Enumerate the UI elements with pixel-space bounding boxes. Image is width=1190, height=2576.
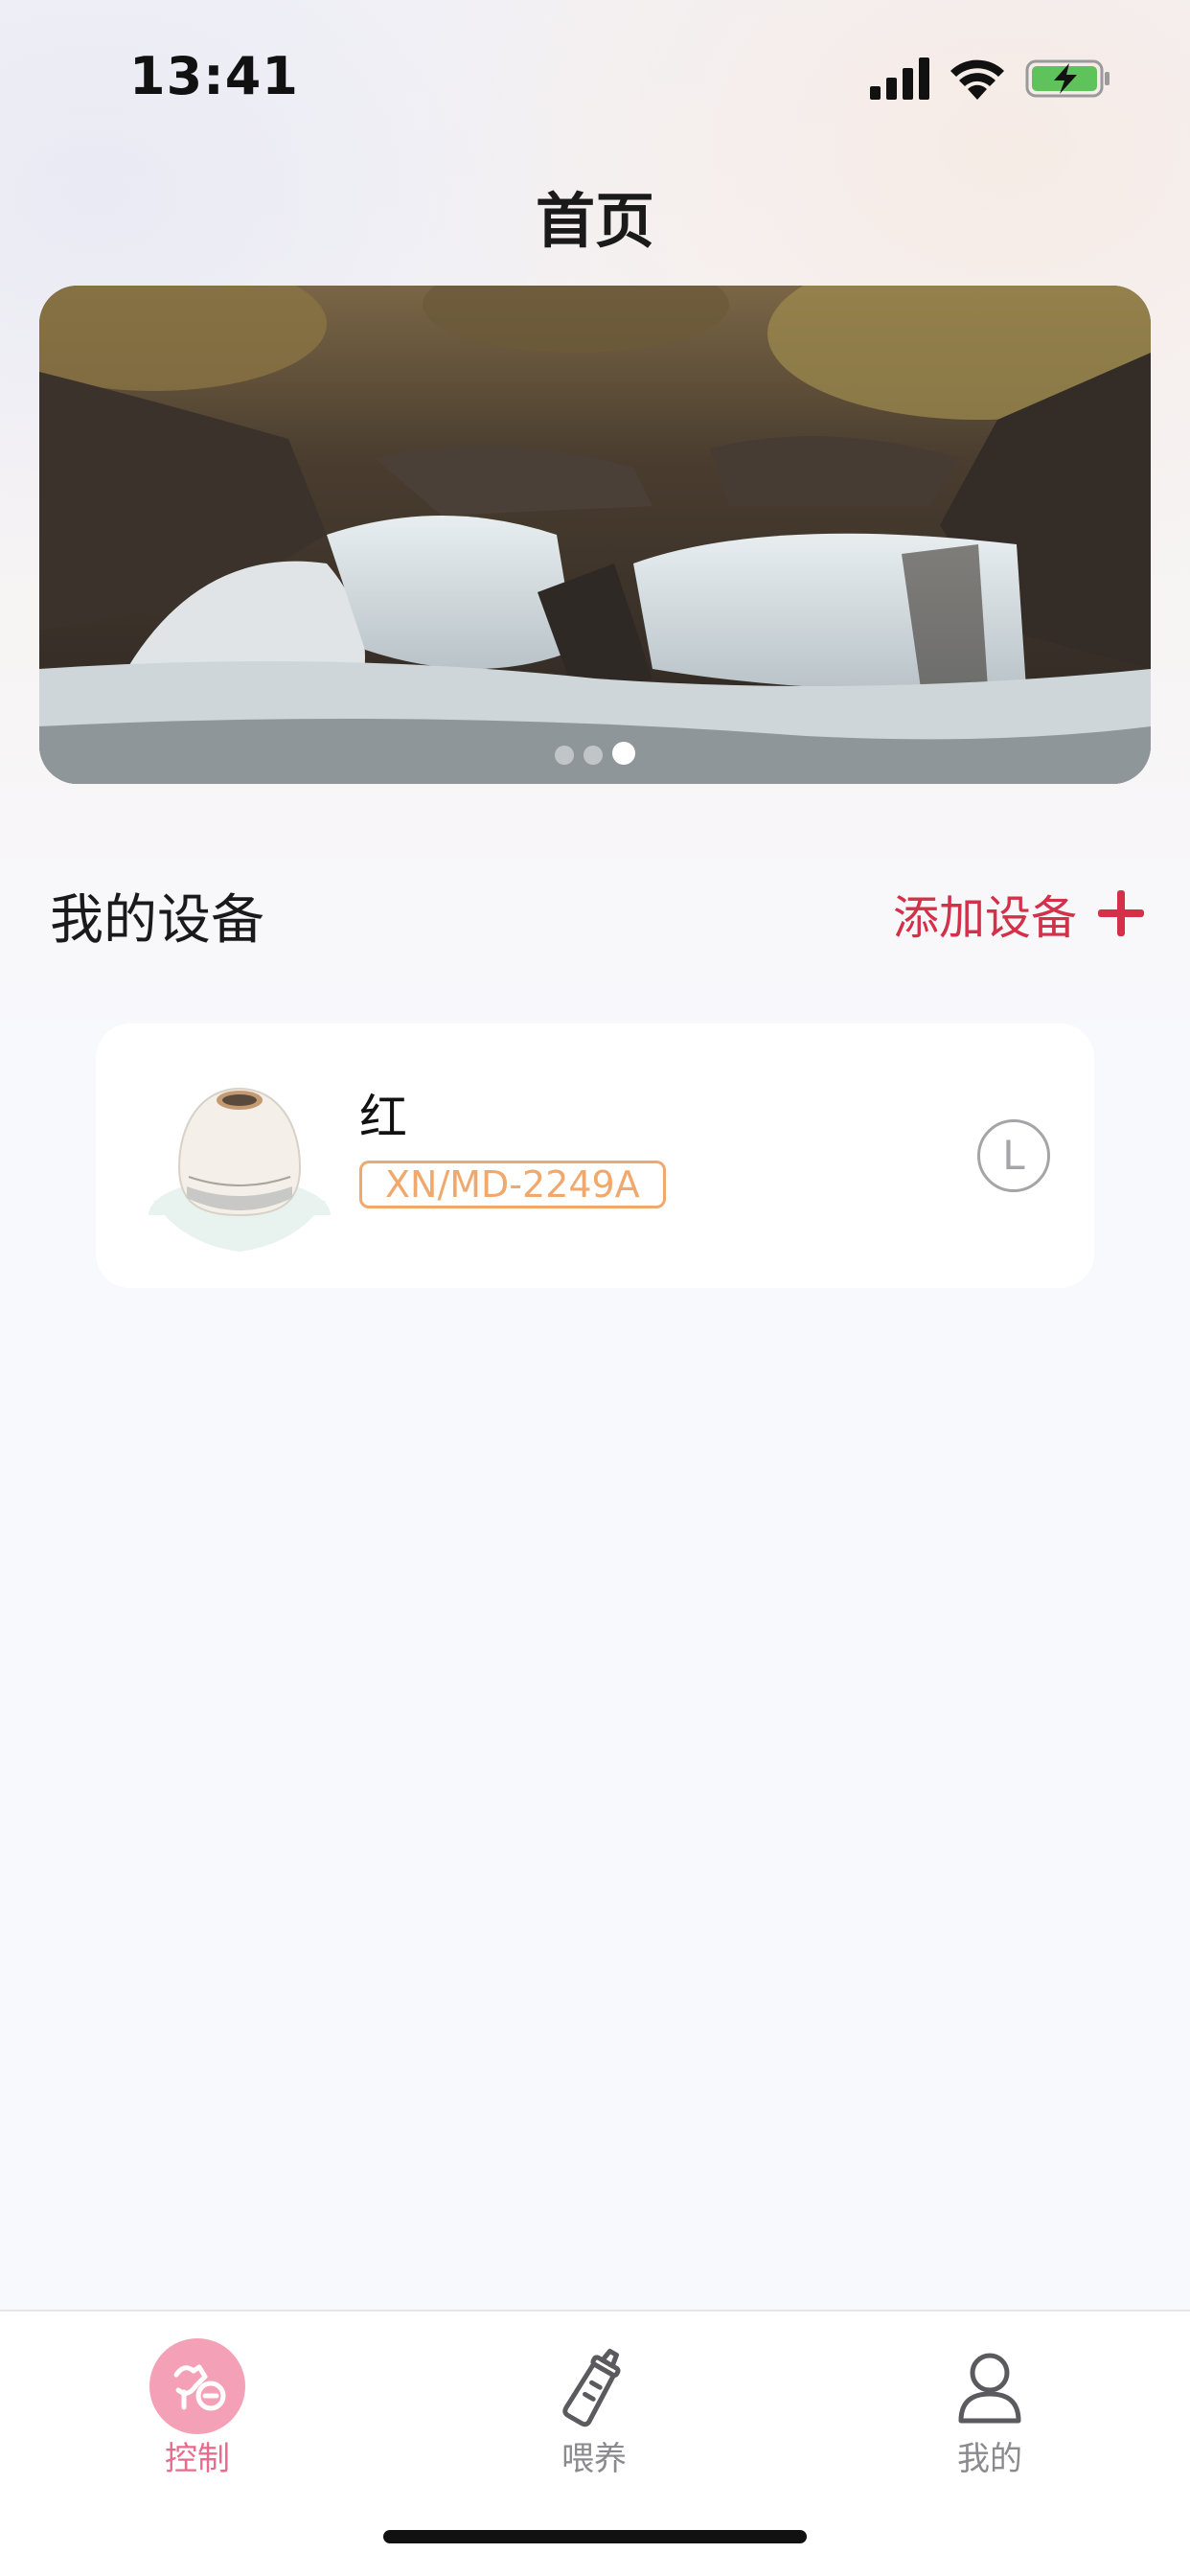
baby-bottle-icon	[546, 2338, 642, 2434]
battery-charging-icon	[1025, 59, 1110, 98]
breast-pump-image	[149, 1087, 331, 1254]
my-devices-title: 我的设备	[50, 889, 264, 952]
tab-feeding-label: 喂养	[561, 2440, 627, 2478]
status-time: 13:41	[129, 46, 299, 106]
tab-mine[interactable]: 我的	[884, 2325, 1095, 2478]
banner-dot[interactable]	[584, 746, 603, 765]
person-icon	[942, 2338, 1038, 2434]
tab-control-label: 控制	[165, 2440, 230, 2478]
device-card[interactable]: 红 XN/MD-2249A L	[96, 1024, 1094, 1288]
add-device-button[interactable]: 添加设备	[893, 880, 1144, 947]
tab-control[interactable]: 控制	[92, 2325, 303, 2478]
device-side-indicator: L	[977, 1119, 1050, 1192]
signal-icon	[870, 58, 929, 100]
tab-mine-label: 我的	[957, 2440, 1022, 2478]
breast-pump-icon	[149, 2338, 245, 2434]
page-title: 首页	[535, 186, 654, 256]
tab-feeding[interactable]: 喂养	[489, 2325, 699, 2478]
home-indicator[interactable]	[383, 2530, 807, 2543]
banner-page-indicator	[39, 742, 1151, 769]
waterfall-photo	[39, 286, 1151, 784]
banner-dot-active[interactable]	[612, 742, 635, 765]
add-device-label: 添加设备	[892, 891, 1077, 945]
plus-icon	[1098, 890, 1144, 936]
wifi-icon	[950, 59, 1004, 100]
status-bar: 13:41	[0, 0, 1190, 153]
device-name: 红	[359, 1090, 407, 1145]
device-model-badge: XN/MD-2249A	[359, 1161, 666, 1208]
banner-dot[interactable]	[555, 746, 574, 765]
banner-carousel[interactable]	[39, 286, 1151, 784]
